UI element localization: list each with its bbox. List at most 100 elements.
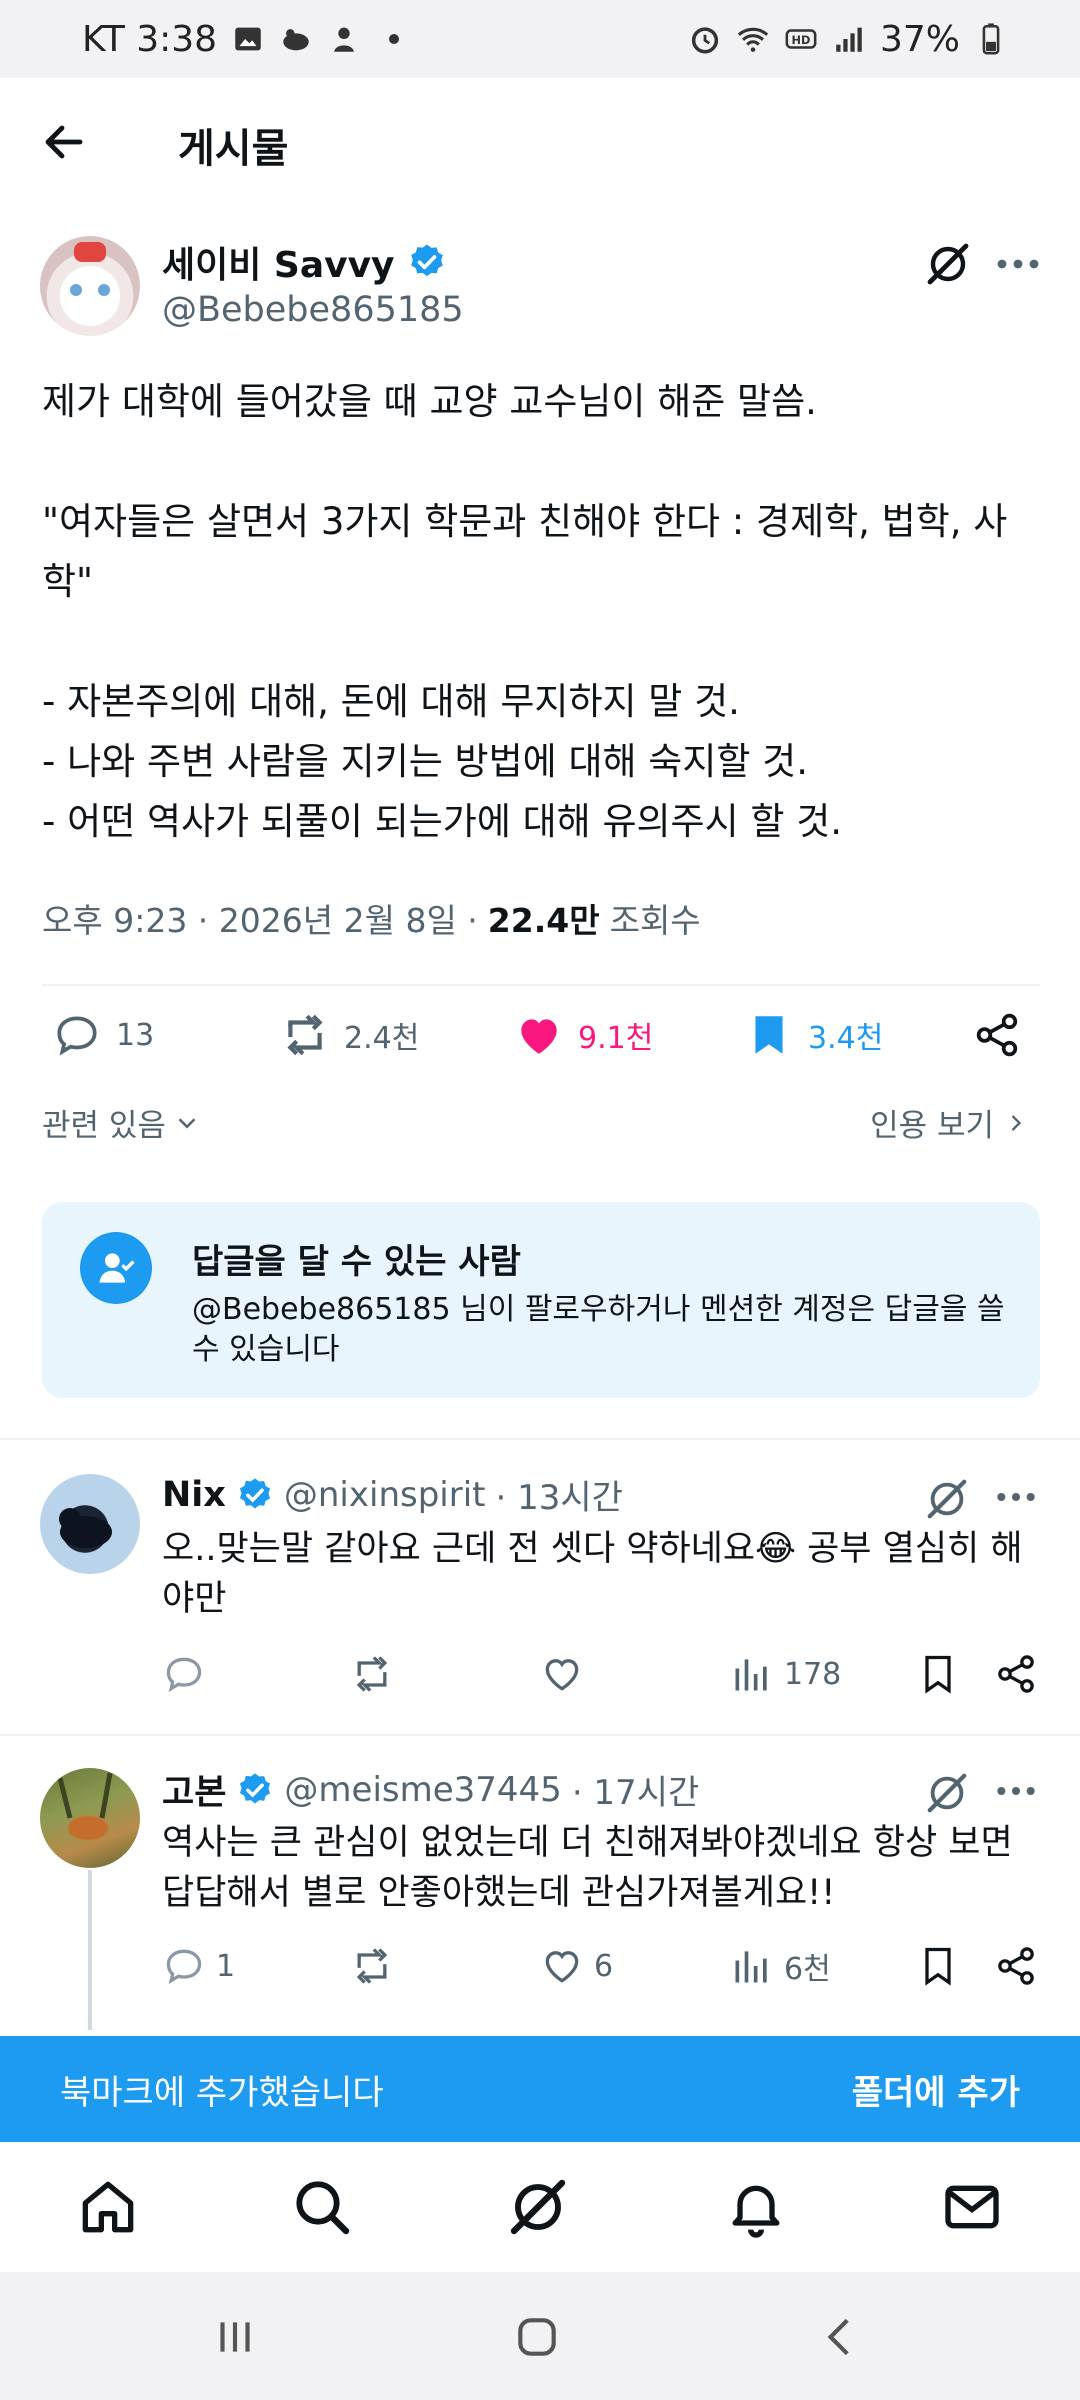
more-options-icon[interactable] [994,1774,1038,1808]
verified-badge-icon [240,1772,271,1803]
view-count: 6천 [784,1952,831,1987]
repost-button[interactable] [350,1944,394,1988]
signal-icon [832,22,866,56]
add-to-folder-button[interactable]: 폴더에 추가 [852,2065,1020,2114]
repost-button[interactable] [350,1652,394,1696]
like-count: 9.1천 [578,1021,654,1056]
reply-avatar[interactable] [40,1768,140,1868]
grok-icon[interactable] [924,1476,970,1522]
like-button[interactable]: 6 [540,1944,613,1988]
avatar-bow [74,242,106,262]
reply-header: Nix @nixinspirit · 13시간 [162,1470,623,1519]
screen: KT 3:38 HD 37% 게시물 세이비 Savvy @Bebebe8651… [0,0,1080,2400]
view-count: 178 [784,1656,842,1692]
reply-author-handle[interactable]: @nixinspirit [284,1475,486,1515]
like-button[interactable] [540,1652,594,1696]
share-icon [998,1947,1034,1985]
heart-icon [545,1951,579,1983]
reply-button[interactable] [162,1652,216,1696]
wifi-icon [736,22,770,56]
reply-author-handle[interactable]: @meisme37445 [284,1770,561,1810]
related-toggle[interactable]: 관련 있음 [42,1100,202,1145]
repost-icon [287,1014,323,1056]
repost-button[interactable]: 2.4천 [280,1010,419,1060]
grok-icon[interactable] [924,240,972,288]
bookmark-button[interactable] [916,1652,960,1696]
svg-text:HD: HD [792,33,811,47]
views-chart-icon [735,1951,767,1983]
mail-icon [945,2185,999,2229]
share-button[interactable] [972,1010,1022,1060]
share-icon [998,1655,1034,1693]
search-tab[interactable] [290,2175,354,2239]
post-meta: 오후 9:23 · 2026년 2월 8일 · 22.4만 조회수 [42,894,701,942]
reply-text: 역사는 큰 관심이 없었는데 더 친해져봐야겠네요 항상 보면 답답해서 별로 … [162,1823,1013,1913]
share-icon [976,1013,1018,1057]
bell-icon [732,2185,780,2238]
chevron-down-icon [178,1117,196,1129]
post-text: 제가 대학에 들어갔을 때 교양 교수님이 해준 말씀. "여자들은 살면서 3… [42,372,1052,852]
reply-actions: 178 [0,1652,1080,1708]
grok-icon [510,2179,566,2235]
reply-count: 13 [116,1017,155,1053]
post-view-label: 조회수 [609,901,701,940]
views-button[interactable]: 178 [730,1652,841,1696]
status-left: KT 3:38 [82,18,400,60]
verified-badge-icon [410,244,443,277]
status-right: HD 37% [688,19,1008,60]
views-button[interactable]: 6천 [730,1944,831,1988]
bookmark-button[interactable] [916,1944,960,1988]
share-button[interactable] [994,1944,1038,1988]
app-notification-icon-2 [327,22,361,56]
reply-restriction-description: @Bebebe865185 님이 팔로우하거나 멘션한 계정은 답글을 쓸 수 … [192,1292,1005,1367]
back-arrow-icon[interactable] [40,118,88,166]
reply-actions: 1 6 6천 [0,1944,1080,2000]
more-notifications-dot [389,34,400,44]
alarm-icon [688,22,722,56]
reply-author-name[interactable]: 고본 [162,1764,226,1815]
notifications-tab[interactable] [724,2175,788,2239]
battery-percent: 37% [879,18,960,60]
system-back-button[interactable] [816,2312,866,2362]
bookmark-filled-icon [755,1016,783,1054]
related-label: 관련 있음 [42,1108,166,1144]
reply-time: · 13시간 [495,1478,623,1518]
home-icon [82,2181,134,2233]
grok-tab[interactable] [506,2175,570,2239]
recent-apps-button[interactable] [210,2312,260,2362]
bookmark-button[interactable]: 3.4천 [744,1010,883,1060]
status-bar: KT 3:38 HD 37% [0,0,1080,78]
gallery-icon [231,22,265,56]
author-handle[interactable]: @Bebebe865185 [162,290,464,330]
carrier-time: KT 3:38 [82,18,218,60]
bookmark-icon [925,1947,951,1986]
messages-tab[interactable] [940,2175,1004,2239]
quotes-label: 인용 보기 [870,1108,994,1144]
reply-button[interactable]: 13 [52,1010,154,1060]
author-display-name[interactable]: 세이비 Savvy [162,236,395,288]
author-name-row: 세이비 Savvy [162,236,447,288]
home-tab[interactable] [76,2175,140,2239]
reply-item[interactable]: Nix @nixinspirit · 13시간 오..맞는말 같아요 근데 전 … [0,1440,1080,1734]
bookmark-count: 3.4천 [808,1021,884,1056]
reply-restriction-card: 답글을 달 수 있는 사람 @Bebebe865185 님이 팔로우하거나 멘션… [42,1202,1040,1398]
repost-icon [356,1656,388,1692]
bookmark-icon [925,1655,951,1694]
home-square-icon [518,2318,556,2356]
home-button[interactable] [512,2312,562,2362]
reply-button[interactable]: 1 [162,1944,235,1988]
author-avatar[interactable] [40,236,140,336]
reply-avatar[interactable] [40,1474,140,1574]
grok-icon[interactable] [924,1770,970,1816]
reply-author-name[interactable]: Nix [162,1475,226,1515]
more-options-icon[interactable] [994,1480,1038,1514]
like-button[interactable]: 9.1천 [514,1010,653,1060]
share-button[interactable] [994,1652,1038,1696]
hd-icon: HD [784,22,818,56]
avatar-eye-left [70,284,82,296]
repost-icon [356,1948,388,1984]
page-title: 게시물 [178,126,289,172]
more-options-icon[interactable] [994,246,1042,282]
view-quotes-link[interactable]: 인용 보기 [870,1100,1030,1145]
reply-item[interactable]: 고본 @meisme37445 · 17시간 역사는 큰 관심이 없었는데 더 … [0,1734,1080,2036]
